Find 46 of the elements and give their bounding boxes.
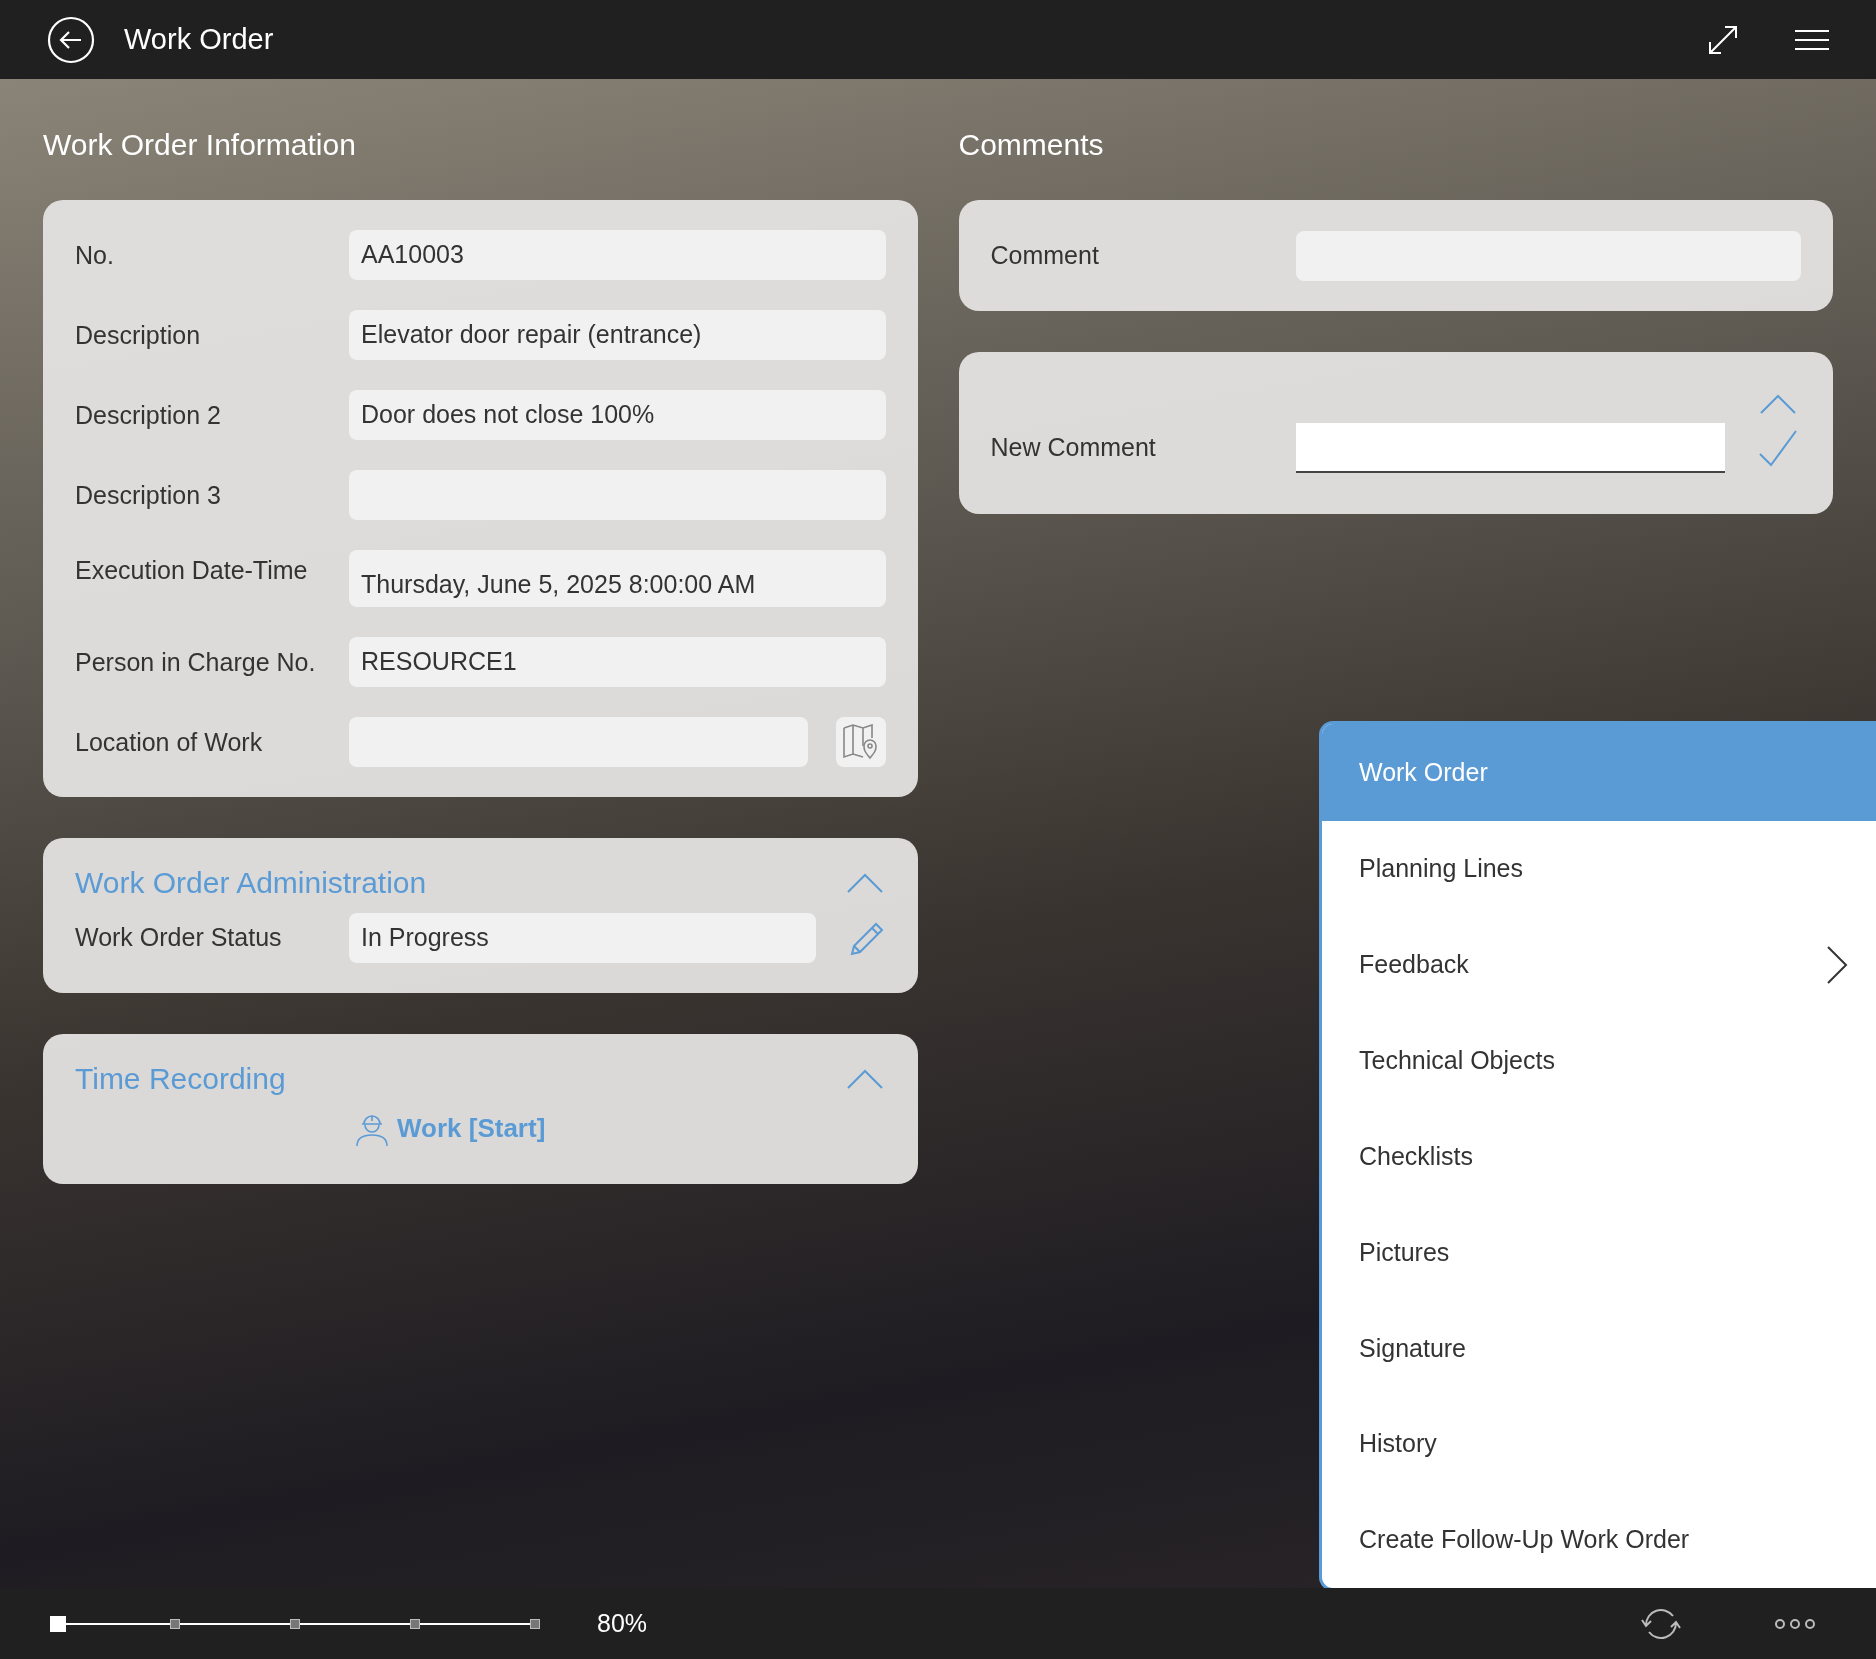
input-field[interactable]: AA10003 — [349, 230, 886, 280]
section-title: Work Order Information — [43, 127, 357, 163]
more-icon[interactable] — [1774, 1617, 1816, 1630]
input-field[interactable]: Elevator door repair (entrance) — [349, 310, 886, 360]
input-field[interactable] — [1295, 423, 1725, 473]
menu-item[interactable]: Planning Lines — [1322, 820, 1876, 917]
menu-icon[interactable] — [1795, 28, 1829, 51]
section-title: Comments — [958, 127, 1105, 163]
map-pin-icon — [841, 724, 880, 760]
chevron-right-icon — [1826, 944, 1848, 985]
menu-item[interactable]: Pictures — [1322, 1204, 1876, 1301]
section-heading: Time Recording — [75, 1061, 286, 1097]
field-label: Description 2 — [75, 400, 222, 432]
field-label: Description — [75, 320, 202, 352]
section-heading: Work Order Administration — [75, 865, 427, 901]
collapse-chevron-icon[interactable] — [845, 871, 884, 894]
check-icon[interactable] — [1759, 429, 1797, 467]
back-icon[interactable] — [47, 15, 95, 64]
input-field[interactable]: In Progress — [349, 913, 816, 963]
menu-item[interactable]: Signature — [1322, 1300, 1876, 1397]
zoom-reading: 80% — [597, 1607, 648, 1639]
sync-icon[interactable] — [1640, 1606, 1682, 1641]
pencil-icon[interactable] — [849, 920, 886, 956]
slider-thumb[interactable] — [50, 1615, 66, 1632]
field-label: Work Order Status — [75, 922, 283, 954]
menu-item[interactable]: Checklists — [1322, 1108, 1876, 1205]
collapse-chevron-icon[interactable] — [845, 1067, 884, 1090]
expand-icon[interactable] — [1707, 23, 1739, 56]
input-field[interactable]: Thursday, June 5, 2025 8:00:00 AM — [349, 550, 886, 607]
menu-item[interactable]: Technical Objects — [1322, 1012, 1876, 1109]
field-label: Description 3 — [75, 480, 222, 512]
field-label: Execution Date-Time — [75, 555, 309, 586]
menu-item[interactable]: Feedback — [1322, 916, 1876, 1013]
menu-item[interactable]: History — [1322, 1396, 1876, 1493]
field-label: Location of Work — [75, 727, 264, 759]
window-title: Work Order — [124, 21, 274, 57]
field-label: Comment — [990, 239, 1100, 271]
input-field[interactable]: Door does not close 100% — [349, 390, 886, 440]
field-label: Person in Charge No. — [75, 647, 317, 679]
map-button[interactable] — [835, 717, 886, 767]
menu-item[interactable]: Create Follow-Up Work Order — [1322, 1492, 1876, 1588]
input-field[interactable]: RESOURCE1 — [349, 637, 886, 687]
collapse-chevron-icon[interactable] — [1759, 393, 1797, 415]
field-label: No. — [75, 240, 115, 272]
field-label: New Comment — [990, 432, 1157, 464]
input-field[interactable] — [349, 717, 808, 767]
